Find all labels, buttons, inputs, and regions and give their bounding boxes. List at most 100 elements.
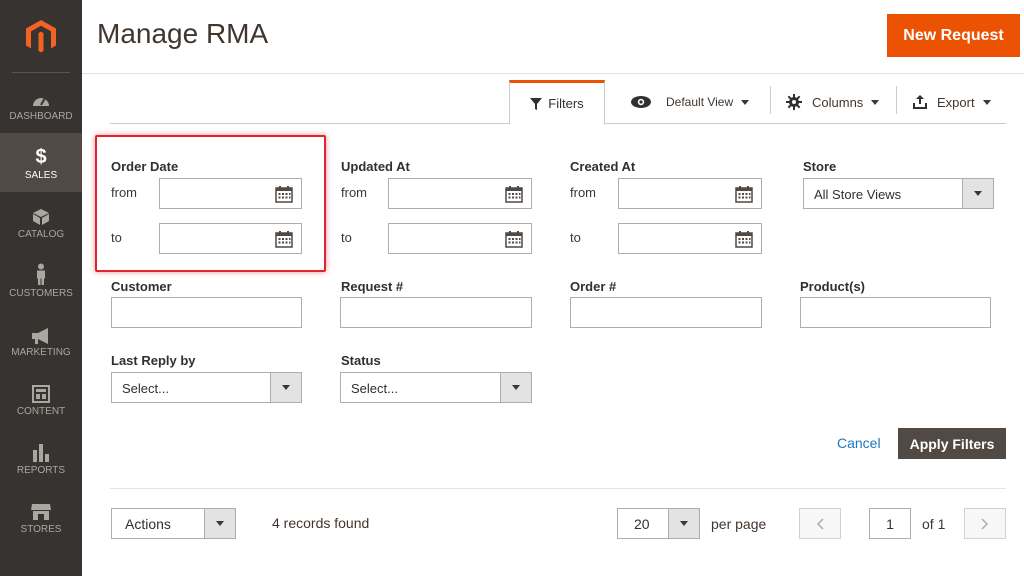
funnel-icon: [530, 97, 543, 110]
actions-label: Actions: [125, 516, 171, 532]
created-at-label: Created At: [570, 159, 636, 174]
admin-sidebar: DASHBOARD $ SALES CATALOG CUSTOMERS MARK…: [0, 0, 82, 576]
dollar-icon: $: [35, 145, 47, 168]
chevron-down-icon: [741, 99, 750, 105]
new-request-button[interactable]: New Request: [887, 14, 1020, 57]
customer-input[interactable]: [111, 297, 302, 328]
bar-chart-icon: [32, 440, 50, 462]
store-select-value: All Store Views: [814, 187, 902, 202]
per-page-label: per page: [711, 516, 767, 532]
mass-actions-select[interactable]: Actions: [111, 508, 236, 539]
calendar-icon[interactable]: [735, 185, 753, 203]
order-number-label: Order #: [570, 279, 617, 294]
customer-label: Customer: [111, 279, 172, 294]
updated-at-from-label: from: [341, 185, 367, 200]
order-date-to-label: to: [111, 230, 122, 245]
sidebar-divider: [12, 72, 70, 73]
sidebar-item-label: REPORTS: [16, 464, 66, 476]
created-at-to-input[interactable]: [618, 223, 762, 254]
last-reply-by-label: Last Reply by: [111, 353, 196, 368]
toolbar-divider: [896, 86, 897, 114]
status-value: Select...: [351, 381, 398, 396]
sidebar-item-label: MARKETING: [11, 346, 71, 358]
sidebar-item-label: CONTENT: [16, 405, 66, 417]
page-count: of 1: [922, 516, 946, 532]
updated-at-to-input[interactable]: [388, 223, 532, 254]
updated-at-label: Updated At: [341, 159, 410, 174]
per-page-value: 20: [634, 516, 650, 532]
sidebar-item-sales[interactable]: $ SALES: [0, 133, 82, 192]
order-date-label: Order Date: [111, 159, 179, 174]
apply-filters-button[interactable]: Apply Filters: [898, 428, 1006, 459]
magento-logo-icon: [26, 20, 56, 53]
sidebar-item-label: SALES: [24, 169, 58, 181]
toolbar-divider: [770, 86, 771, 114]
chevron-down-icon[interactable]: [270, 373, 301, 402]
chevron-down-icon[interactable]: [500, 373, 531, 402]
export-dropdown[interactable]: Export: [913, 80, 991, 124]
store-label: Store: [803, 159, 837, 174]
calendar-icon[interactable]: [505, 185, 523, 203]
layout-icon: [32, 381, 50, 403]
order-number-input[interactable]: [570, 297, 762, 328]
person-icon: [35, 263, 47, 285]
prev-page-button[interactable]: [799, 508, 841, 539]
export-label: Export: [937, 94, 975, 110]
sidebar-item-stores[interactable]: STORES: [0, 487, 82, 546]
columns-label: Columns: [812, 94, 864, 110]
chevron-down-icon[interactable]: [668, 509, 699, 538]
sidebar-item-reports[interactable]: REPORTS: [0, 428, 82, 487]
dashboard-icon: [31, 86, 51, 108]
updated-at-from-input[interactable]: [388, 178, 532, 209]
products-label: Product(s): [800, 279, 865, 294]
chevron-left-icon: [816, 517, 824, 530]
sidebar-item-customers[interactable]: CUSTOMERS: [0, 251, 82, 310]
sidebar-item-label: STORES: [20, 523, 62, 535]
last-reply-by-select[interactable]: Select...: [111, 372, 302, 403]
page-header: Manage RMA New Request: [82, 0, 1024, 74]
sidebar-item-content[interactable]: CONTENT: [0, 369, 82, 428]
products-input[interactable]: [800, 297, 991, 328]
magento-logo[interactable]: [0, 0, 82, 74]
status-select[interactable]: Select...: [340, 372, 532, 403]
filters-label: Filters: [548, 96, 584, 111]
created-at-from-input[interactable]: [618, 178, 762, 209]
store-icon: [30, 499, 52, 521]
filters-tab[interactable]: Filters: [509, 80, 605, 125]
created-at-to-label: to: [570, 230, 581, 245]
order-date-to-input[interactable]: [159, 223, 302, 254]
chevron-down-icon: [982, 99, 991, 105]
columns-dropdown[interactable]: Columns: [786, 80, 880, 124]
next-page-button[interactable]: [964, 508, 1006, 539]
calendar-icon[interactable]: [505, 230, 523, 248]
sidebar-item-catalog[interactable]: CATALOG: [0, 192, 82, 251]
order-date-from-label: from: [111, 185, 137, 200]
sidebar-item-marketing[interactable]: MARKETING: [0, 310, 82, 369]
chevron-down-icon[interactable]: [962, 179, 993, 208]
page-title: Manage RMA: [97, 18, 269, 49]
updated-at-to-label: to: [341, 230, 352, 245]
section-divider: [110, 488, 1006, 489]
sidebar-item-label: CUSTOMERS: [9, 287, 73, 299]
chevron-down-icon: [871, 99, 880, 105]
last-reply-by-value: Select...: [122, 381, 169, 396]
eye-icon: [631, 96, 651, 108]
calendar-icon[interactable]: [275, 185, 293, 203]
request-number-input[interactable]: [340, 297, 532, 328]
page-number-input[interactable]: 1: [869, 508, 911, 539]
created-at-from-label: from: [570, 185, 596, 200]
calendar-icon[interactable]: [275, 230, 293, 248]
cube-icon: [32, 204, 50, 226]
default-view-label: Default View: [666, 95, 734, 109]
megaphone-icon: [30, 322, 52, 344]
cancel-link[interactable]: Cancel: [837, 435, 881, 451]
order-date-from-input[interactable]: [159, 178, 302, 209]
per-page-select[interactable]: 20: [617, 508, 700, 539]
status-label: Status: [341, 353, 381, 368]
default-view-dropdown[interactable]: Default View: [630, 80, 750, 124]
chevron-down-icon[interactable]: [204, 509, 235, 538]
calendar-icon[interactable]: [735, 230, 753, 248]
sidebar-item-dashboard[interactable]: DASHBOARD: [0, 74, 82, 133]
request-number-label: Request #: [341, 279, 404, 294]
store-select[interactable]: All Store Views: [803, 178, 994, 209]
